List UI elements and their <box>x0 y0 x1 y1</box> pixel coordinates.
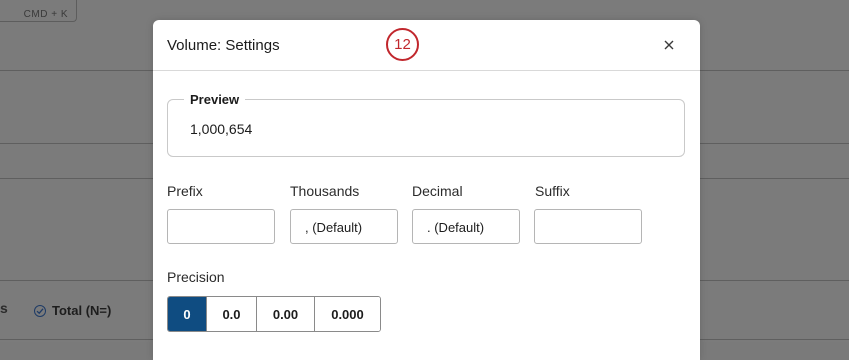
decimal-separator-input[interactable]: . (Default) <box>412 209 520 244</box>
divider <box>700 280 849 281</box>
close-icon <box>664 40 674 50</box>
check-circle-icon <box>34 304 46 317</box>
volume-settings-dialog: Volume: Settings 12 Preview 1,000,654 Pr… <box>153 20 700 360</box>
step-number-badge: 12 <box>386 28 419 61</box>
dialog-title: Volume: Settings <box>167 37 280 54</box>
precision-label: Precision <box>167 269 225 285</box>
prefix-label: Prefix <box>167 183 203 199</box>
decimal-label: Decimal <box>412 183 463 199</box>
preview-value: 1,000,654 <box>190 121 253 137</box>
total-column-header: Total (N=) <box>34 303 111 318</box>
precision-option-1[interactable]: 0.0 <box>206 297 256 331</box>
precision-selector: 0 0.0 0.00 0.000 <box>167 296 381 332</box>
shortcut-hint: CMD + K <box>0 0 77 22</box>
preview-panel: Preview 1,000,654 <box>167 92 685 157</box>
precision-option-3[interactable]: 0.000 <box>314 297 380 331</box>
total-label: Total (N=) <box>52 303 112 318</box>
thousands-label: Thousands <box>290 183 360 199</box>
dialog-header: Volume: Settings 12 <box>153 20 700 71</box>
precision-option-0[interactable]: 0 <box>168 297 206 331</box>
prefix-input[interactable] <box>167 209 275 244</box>
thousands-separator-input[interactable]: , (Default) <box>290 209 398 244</box>
preview-legend: Preview <box>184 92 246 107</box>
precision-option-2[interactable]: 0.00 <box>256 297 314 331</box>
background-text: s <box>0 300 8 316</box>
divider <box>700 70 849 71</box>
suffix-label: Suffix <box>535 183 570 199</box>
suffix-input[interactable] <box>534 209 642 244</box>
divider <box>700 339 849 340</box>
close-button[interactable] <box>659 35 679 55</box>
